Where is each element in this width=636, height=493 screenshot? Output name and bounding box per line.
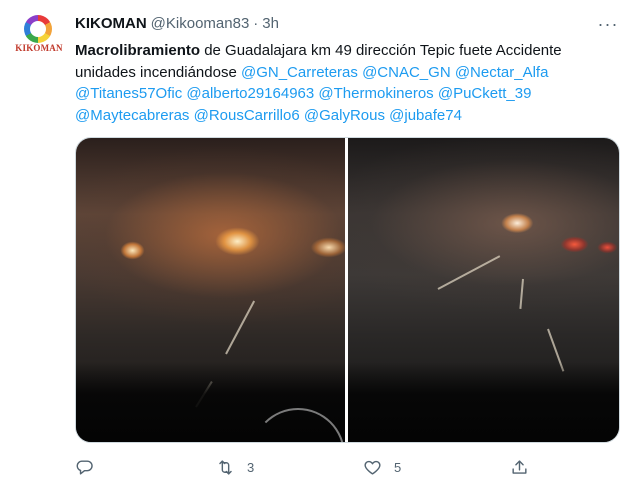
media-grid [75,137,620,443]
retweet-count: 3 [247,459,255,475]
more-options-icon[interactable]: ··· [596,12,620,36]
logo-ring-icon [24,15,52,43]
tweet-text-bold: Macrolibramiento [75,42,201,59]
like-count: 5 [394,459,402,475]
retweet-button[interactable]: 3 [216,455,254,479]
photo-left[interactable] [76,138,345,442]
tweet-header: KIKOMAN @Kikooman83 · 3h [75,14,279,34]
mention-link[interactable]: @Thermokineros [318,85,433,102]
mention-link[interactable]: @Titanes57Ofic [75,85,182,102]
mention-link[interactable]: @alberto29164963 [186,85,314,102]
action-bar: 3 5 [75,455,620,479]
share-button[interactable] [510,455,529,479]
mention-link[interactable]: @GN_Carreteras [241,64,358,81]
mention-link[interactable]: @Nectar_Alfa [455,64,549,81]
author-name[interactable]: KIKOMAN [75,15,147,32]
tweet-text: Macrolibramiento de Guadalajara km 49 di… [75,40,620,126]
mention-link[interactable]: @CNAC_GN [362,64,451,81]
dashboard-shadow [348,362,619,442]
share-icon [510,458,529,477]
mention-link[interactable]: @PuCkett_39 [438,85,532,102]
photo-right[interactable] [348,138,619,442]
like-button[interactable]: 5 [363,455,401,479]
author-handle[interactable]: @Kikooman83 [151,15,250,32]
reply-icon [75,458,94,477]
retweet-icon [216,458,235,477]
mention-link[interactable]: @jubafe74 [389,107,462,124]
mention-link[interactable]: @GalyRous [304,107,385,124]
mention-link[interactable]: @Maytecabreras [75,107,189,124]
reply-button[interactable] [75,455,94,479]
tweet-card[interactable]: KIKOMAN KIKOMAN @Kikooman83 · 3h ··· Macrol… [0,0,636,493]
avatar[interactable]: KIKOMAN [15,12,63,60]
mention-link[interactable]: @RousCarrillo6 [194,107,300,124]
avatar-brand-logo: KIKOMAN [15,43,63,53]
heart-icon [363,458,382,477]
header-separator: · [253,15,259,32]
tweet-timestamp[interactable]: 3h [262,15,279,32]
